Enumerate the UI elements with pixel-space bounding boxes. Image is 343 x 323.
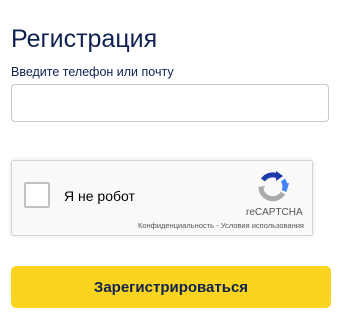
recaptcha-terms-link[interactable]: Условия использования <box>221 221 304 230</box>
recaptcha-brand: reCAPTCHA <box>246 207 303 218</box>
recaptcha-checkbox-label: Я не робот <box>64 188 135 204</box>
recaptcha-links-separator: - <box>214 221 221 230</box>
contact-field-label: Введите телефон или почту <box>11 65 174 79</box>
recaptcha-links: Конфиденциальность - Условия использован… <box>108 221 304 231</box>
recaptcha-logo-icon <box>258 171 289 202</box>
register-button[interactable]: Зарегистрироваться <box>11 266 331 308</box>
recaptcha-privacy-link[interactable]: Конфиденциальность <box>138 221 214 230</box>
recaptcha-widget: Я не робот reCAPTCHA Конфиденциальность … <box>11 160 313 236</box>
recaptcha-checkbox[interactable] <box>24 182 50 208</box>
page-title: Регистрация <box>11 24 158 53</box>
contact-input[interactable] <box>11 84 329 122</box>
